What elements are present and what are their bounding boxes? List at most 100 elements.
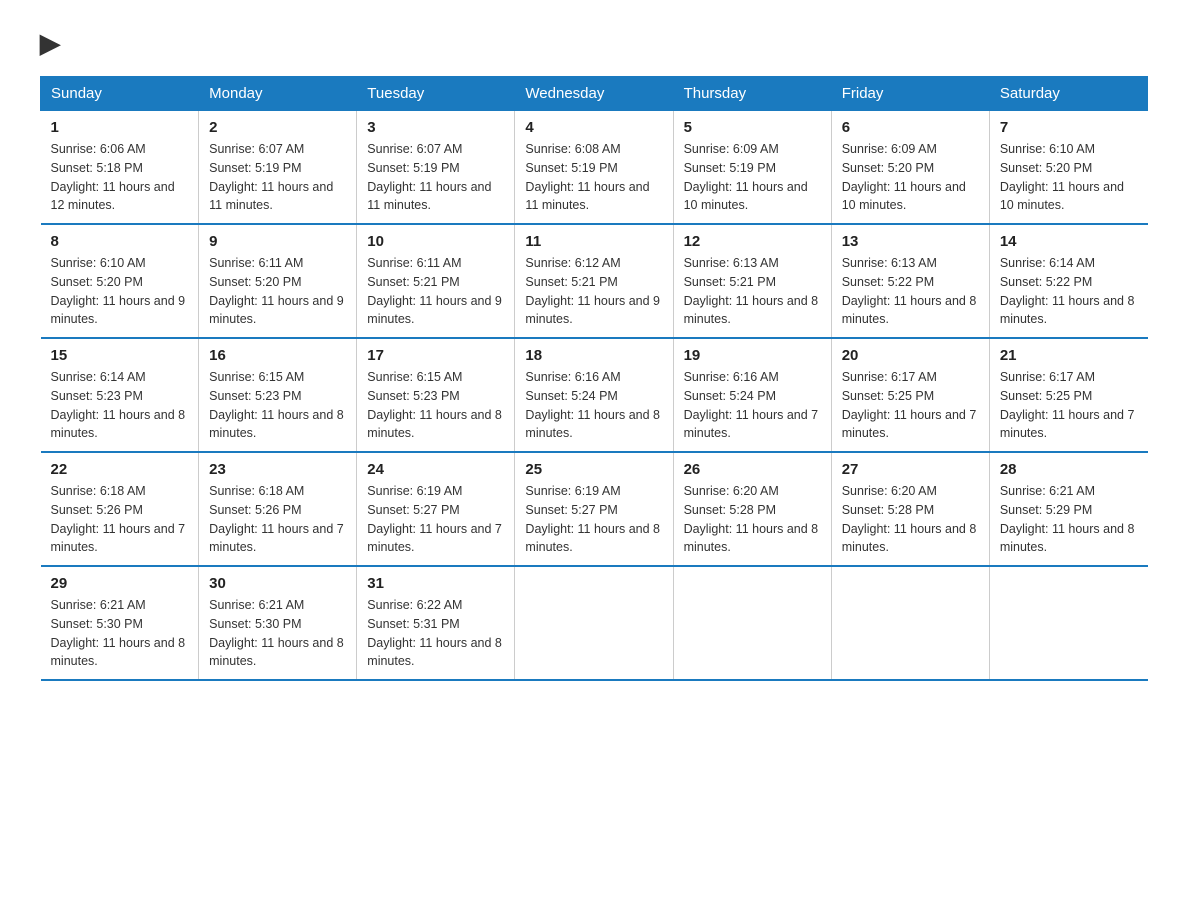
day-number: 17: [367, 347, 504, 364]
day-info: Sunrise: 6:13 AMSunset: 5:21 PMDaylight:…: [684, 254, 821, 329]
calendar-cell: 29 Sunrise: 6:21 AMSunset: 5:30 PMDaylig…: [41, 566, 199, 680]
calendar-cell: 8 Sunrise: 6:10 AMSunset: 5:20 PMDayligh…: [41, 224, 199, 338]
calendar-week-row: 22 Sunrise: 6:18 AMSunset: 5:26 PMDaylig…: [41, 452, 1148, 566]
day-info: Sunrise: 6:12 AMSunset: 5:21 PMDaylight:…: [525, 254, 662, 329]
day-info: Sunrise: 6:09 AMSunset: 5:20 PMDaylight:…: [842, 140, 979, 215]
day-number: 19: [684, 347, 821, 364]
column-header-saturday: Saturday: [989, 77, 1147, 111]
calendar-cell: 30 Sunrise: 6:21 AMSunset: 5:30 PMDaylig…: [199, 566, 357, 680]
day-number: 16: [209, 347, 346, 364]
calendar-week-row: 15 Sunrise: 6:14 AMSunset: 5:23 PMDaylig…: [41, 338, 1148, 452]
calendar-cell: 6 Sunrise: 6:09 AMSunset: 5:20 PMDayligh…: [831, 111, 989, 225]
calendar-week-row: 1 Sunrise: 6:06 AMSunset: 5:18 PMDayligh…: [41, 111, 1148, 225]
calendar-cell: 24 Sunrise: 6:19 AMSunset: 5:27 PMDaylig…: [357, 452, 515, 566]
calendar-cell: 13 Sunrise: 6:13 AMSunset: 5:22 PMDaylig…: [831, 224, 989, 338]
column-header-thursday: Thursday: [673, 77, 831, 111]
day-number: 8: [51, 233, 189, 250]
calendar-cell: 20 Sunrise: 6:17 AMSunset: 5:25 PMDaylig…: [831, 338, 989, 452]
day-number: 26: [684, 461, 821, 478]
day-info: Sunrise: 6:14 AMSunset: 5:22 PMDaylight:…: [1000, 254, 1138, 329]
calendar-cell: 19 Sunrise: 6:16 AMSunset: 5:24 PMDaylig…: [673, 338, 831, 452]
day-info: Sunrise: 6:17 AMSunset: 5:25 PMDaylight:…: [842, 368, 979, 443]
day-info: Sunrise: 6:13 AMSunset: 5:22 PMDaylight:…: [842, 254, 979, 329]
calendar-cell: 21 Sunrise: 6:17 AMSunset: 5:25 PMDaylig…: [989, 338, 1147, 452]
day-info: Sunrise: 6:19 AMSunset: 5:27 PMDaylight:…: [525, 482, 662, 557]
day-info: Sunrise: 6:22 AMSunset: 5:31 PMDaylight:…: [367, 596, 504, 671]
calendar-cell: [673, 566, 831, 680]
day-number: 31: [367, 575, 504, 592]
day-number: 6: [842, 119, 979, 136]
calendar-cell: [831, 566, 989, 680]
calendar-table: SundayMondayTuesdayWednesdayThursdayFrid…: [40, 76, 1148, 681]
logo: ▶: [40, 30, 60, 56]
calendar-cell: 18 Sunrise: 6:16 AMSunset: 5:24 PMDaylig…: [515, 338, 673, 452]
calendar-cell: 10 Sunrise: 6:11 AMSunset: 5:21 PMDaylig…: [357, 224, 515, 338]
day-info: Sunrise: 6:20 AMSunset: 5:28 PMDaylight:…: [684, 482, 821, 557]
calendar-cell: 28 Sunrise: 6:21 AMSunset: 5:29 PMDaylig…: [989, 452, 1147, 566]
day-number: 29: [51, 575, 189, 592]
calendar-week-row: 8 Sunrise: 6:10 AMSunset: 5:20 PMDayligh…: [41, 224, 1148, 338]
column-header-monday: Monday: [199, 77, 357, 111]
calendar-cell: [515, 566, 673, 680]
day-info: Sunrise: 6:07 AMSunset: 5:19 PMDaylight:…: [367, 140, 504, 215]
day-info: Sunrise: 6:10 AMSunset: 5:20 PMDaylight:…: [51, 254, 189, 329]
calendar-cell: 31 Sunrise: 6:22 AMSunset: 5:31 PMDaylig…: [357, 566, 515, 680]
day-number: 20: [842, 347, 979, 364]
calendar-cell: 11 Sunrise: 6:12 AMSunset: 5:21 PMDaylig…: [515, 224, 673, 338]
calendar-cell: 15 Sunrise: 6:14 AMSunset: 5:23 PMDaylig…: [41, 338, 199, 452]
day-info: Sunrise: 6:16 AMSunset: 5:24 PMDaylight:…: [525, 368, 662, 443]
calendar-cell: 26 Sunrise: 6:20 AMSunset: 5:28 PMDaylig…: [673, 452, 831, 566]
day-number: 7: [1000, 119, 1138, 136]
day-info: Sunrise: 6:07 AMSunset: 5:19 PMDaylight:…: [209, 140, 346, 215]
day-number: 18: [525, 347, 662, 364]
day-info: Sunrise: 6:15 AMSunset: 5:23 PMDaylight:…: [367, 368, 504, 443]
day-number: 12: [684, 233, 821, 250]
column-header-sunday: Sunday: [41, 77, 199, 111]
day-info: Sunrise: 6:19 AMSunset: 5:27 PMDaylight:…: [367, 482, 504, 557]
day-number: 23: [209, 461, 346, 478]
day-number: 9: [209, 233, 346, 250]
calendar-cell: 25 Sunrise: 6:19 AMSunset: 5:27 PMDaylig…: [515, 452, 673, 566]
day-info: Sunrise: 6:21 AMSunset: 5:30 PMDaylight:…: [51, 596, 189, 671]
calendar-cell: 2 Sunrise: 6:07 AMSunset: 5:19 PMDayligh…: [199, 111, 357, 225]
calendar-cell: 22 Sunrise: 6:18 AMSunset: 5:26 PMDaylig…: [41, 452, 199, 566]
day-number: 10: [367, 233, 504, 250]
day-info: Sunrise: 6:11 AMSunset: 5:20 PMDaylight:…: [209, 254, 346, 329]
calendar-cell: 12 Sunrise: 6:13 AMSunset: 5:21 PMDaylig…: [673, 224, 831, 338]
day-info: Sunrise: 6:20 AMSunset: 5:28 PMDaylight:…: [842, 482, 979, 557]
day-info: Sunrise: 6:06 AMSunset: 5:18 PMDaylight:…: [51, 140, 189, 215]
day-number: 15: [51, 347, 189, 364]
calendar-cell: 5 Sunrise: 6:09 AMSunset: 5:19 PMDayligh…: [673, 111, 831, 225]
day-info: Sunrise: 6:14 AMSunset: 5:23 PMDaylight:…: [51, 368, 189, 443]
day-number: 22: [51, 461, 189, 478]
day-number: 25: [525, 461, 662, 478]
day-info: Sunrise: 6:18 AMSunset: 5:26 PMDaylight:…: [51, 482, 189, 557]
column-header-friday: Friday: [831, 77, 989, 111]
calendar-cell: 17 Sunrise: 6:15 AMSunset: 5:23 PMDaylig…: [357, 338, 515, 452]
calendar-cell: 1 Sunrise: 6:06 AMSunset: 5:18 PMDayligh…: [41, 111, 199, 225]
day-info: Sunrise: 6:10 AMSunset: 5:20 PMDaylight:…: [1000, 140, 1138, 215]
day-number: 13: [842, 233, 979, 250]
day-info: Sunrise: 6:08 AMSunset: 5:19 PMDaylight:…: [525, 140, 662, 215]
day-info: Sunrise: 6:11 AMSunset: 5:21 PMDaylight:…: [367, 254, 504, 329]
day-number: 1: [51, 119, 189, 136]
calendar-cell: 27 Sunrise: 6:20 AMSunset: 5:28 PMDaylig…: [831, 452, 989, 566]
calendar-cell: 14 Sunrise: 6:14 AMSunset: 5:22 PMDaylig…: [989, 224, 1147, 338]
day-number: 5: [684, 119, 821, 136]
day-info: Sunrise: 6:15 AMSunset: 5:23 PMDaylight:…: [209, 368, 346, 443]
day-number: 21: [1000, 347, 1138, 364]
column-header-tuesday: Tuesday: [357, 77, 515, 111]
column-header-wednesday: Wednesday: [515, 77, 673, 111]
day-info: Sunrise: 6:17 AMSunset: 5:25 PMDaylight:…: [1000, 368, 1138, 443]
day-number: 24: [367, 461, 504, 478]
day-number: 27: [842, 461, 979, 478]
day-info: Sunrise: 6:21 AMSunset: 5:30 PMDaylight:…: [209, 596, 346, 671]
day-info: Sunrise: 6:18 AMSunset: 5:26 PMDaylight:…: [209, 482, 346, 557]
calendar-week-row: 29 Sunrise: 6:21 AMSunset: 5:30 PMDaylig…: [41, 566, 1148, 680]
day-info: Sunrise: 6:09 AMSunset: 5:19 PMDaylight:…: [684, 140, 821, 215]
day-number: 30: [209, 575, 346, 592]
calendar-cell: 9 Sunrise: 6:11 AMSunset: 5:20 PMDayligh…: [199, 224, 357, 338]
page-header: ▶: [40, 30, 1148, 56]
calendar-cell: 4 Sunrise: 6:08 AMSunset: 5:19 PMDayligh…: [515, 111, 673, 225]
day-number: 28: [1000, 461, 1138, 478]
